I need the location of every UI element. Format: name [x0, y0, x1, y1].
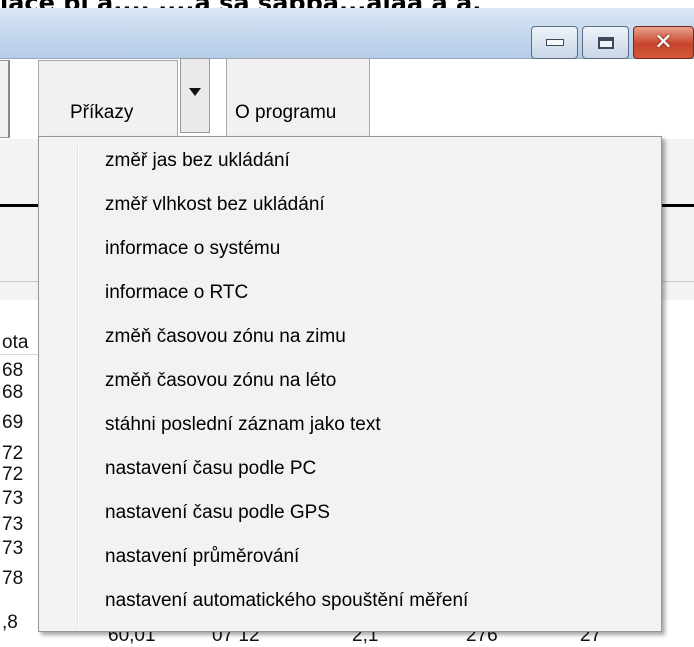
maximize-icon	[597, 36, 614, 49]
menu-item-time-from-pc[interactable]: nastavení času podle PC	[105, 451, 316, 487]
minimize-icon	[545, 39, 564, 46]
table-cell: 72	[2, 443, 24, 464]
window-title-bar[interactable]: ✕	[0, 8, 694, 59]
prikazy-button[interactable]: Příkazy	[38, 60, 178, 138]
menu-item-timezone-summer[interactable]: změň časovou zónu na léto	[105, 363, 336, 399]
table-cell: ,8	[2, 612, 18, 633]
table-cell: 68	[2, 360, 24, 381]
close-button[interactable]: ✕	[633, 26, 694, 59]
menu-item-averaging-settings[interactable]: nastavení průměrování	[105, 539, 299, 575]
table-cell: 72	[2, 464, 24, 485]
menu-item-auto-measurement-settings[interactable]: nastavení automatického spouštění měření	[105, 583, 468, 619]
prikazy-label: Příkazy	[70, 102, 134, 123]
menu-item-system-info[interactable]: informace o systému	[105, 231, 280, 267]
table-header-divider	[0, 354, 40, 355]
table-cell: 68	[2, 382, 24, 403]
prikazy-dropdown-button[interactable]	[180, 58, 210, 133]
menu-item-rtc-info[interactable]: informace o RTC	[105, 275, 248, 311]
menu-gutter-separator	[77, 145, 79, 627]
table-header-fragment: ota	[2, 332, 29, 353]
o-programu-label: O programu	[235, 102, 337, 123]
context-menu: změř jas bez ukládání změř vlhkost bez u…	[38, 136, 662, 632]
menu-item-download-last-record[interactable]: stáhni poslední záznam jako text	[105, 407, 381, 443]
dropdown-arrow-icon	[189, 88, 201, 96]
menu-item-timezone-winter[interactable]: změň časovou zónu na zimu	[105, 319, 346, 355]
menu-item-time-from-gps[interactable]: nastavení času podle GPS	[105, 495, 330, 531]
table-cell: 78	[2, 568, 24, 589]
table-cell: 73	[2, 488, 24, 509]
table-cell: 69	[2, 412, 24, 433]
menu-item-measure-brightness[interactable]: změř jas bez ukládání	[105, 143, 290, 179]
maximize-button[interactable]	[582, 26, 629, 59]
close-icon: ✕	[654, 29, 673, 55]
o-programu-button[interactable]: O programu	[226, 58, 370, 138]
table-cell: 73	[2, 538, 24, 559]
table-cell: 73	[2, 514, 24, 535]
toolbar-partial-button[interactable]	[0, 60, 10, 138]
minimize-button[interactable]	[531, 26, 578, 59]
menu-item-measure-humidity[interactable]: změř vlhkost bez ukládání	[105, 187, 325, 223]
